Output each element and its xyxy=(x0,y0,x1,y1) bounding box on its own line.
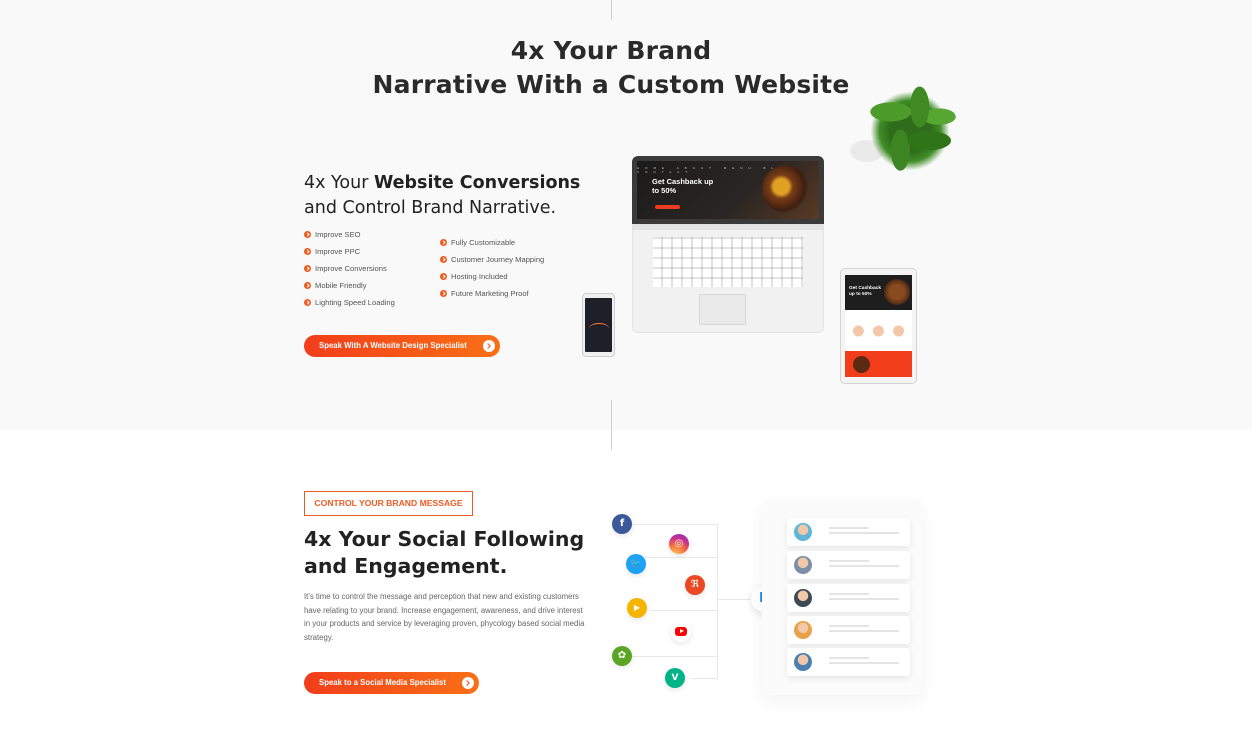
social-specialist-button-label: Speak to a Social Media Specialist xyxy=(319,678,446,687)
divider-line-middle xyxy=(611,400,612,450)
tablet-hero: Get Cashback up to 50% xyxy=(845,275,912,310)
evernote-icon[interactable]: ✿ xyxy=(612,646,632,666)
arrow-right-icon xyxy=(483,340,495,352)
feature-item: Lighting Speed Loading xyxy=(304,294,395,311)
social-description: It's time to control the message and per… xyxy=(304,592,585,642)
laptop-base xyxy=(632,224,824,333)
laptop-promo-text: Get Cashback up to 50% xyxy=(652,177,714,195)
placeholder-line xyxy=(829,560,869,562)
feature-item: Improve SEO xyxy=(304,226,395,243)
arrow-right-icon xyxy=(462,677,474,689)
tablet-mockup: Get Cashback up to 50% xyxy=(840,268,917,384)
twitter-icon[interactable]: 🐦 xyxy=(626,554,646,574)
social-section xyxy=(0,430,1252,735)
feature-item: Hosting Included xyxy=(440,268,544,285)
website-specialist-button[interactable]: Speak With A Website Design Specialist xyxy=(304,335,500,357)
vine-icon[interactable]: V xyxy=(665,668,685,688)
avatar xyxy=(794,621,812,639)
chevron-bullet-icon xyxy=(440,239,447,246)
placeholder-line xyxy=(829,662,899,664)
tablet-chef-row xyxy=(845,320,912,342)
chevron-bullet-icon xyxy=(304,231,311,238)
avatar xyxy=(794,653,812,671)
hero-title-line1: 4x Your Brand xyxy=(510,36,712,65)
hero-title: 4x Your Brand Narrative With a Custom We… xyxy=(0,34,1222,102)
website-specialist-button-label: Speak With A Website Design Specialist xyxy=(319,341,467,350)
tablet-food-image xyxy=(884,279,910,305)
network-line xyxy=(645,557,718,558)
follower-card xyxy=(787,584,910,612)
follower-card xyxy=(787,551,910,579)
follower-card xyxy=(787,648,910,676)
video-play-icon[interactable]: ▶ xyxy=(627,598,647,618)
feature-list-right: Fully Customizable Customer Journey Mapp… xyxy=(440,234,544,302)
laptop-website-preview: HOME ABOUT MENU BLOG CONTACT Get Cashbac… xyxy=(637,161,819,219)
follower-card xyxy=(787,616,910,644)
avatar xyxy=(794,523,812,541)
tablet-screen: Get Cashback up to 50% xyxy=(845,275,912,377)
feature-item: Future Marketing Proof xyxy=(440,285,544,302)
feature-item: Improve PPC xyxy=(304,243,395,260)
placeholder-line xyxy=(829,598,899,600)
food-bowl-image xyxy=(762,165,810,213)
placeholder-line xyxy=(829,657,869,659)
chevron-bullet-icon xyxy=(304,265,311,272)
stumbleupon-icon[interactable]: ℜ xyxy=(685,575,705,595)
social-title-line1: 4x Your Social Following xyxy=(304,527,585,551)
youtube-icon[interactable] xyxy=(671,622,691,642)
phone-screen xyxy=(585,298,612,352)
network-line xyxy=(650,610,718,611)
website-heading-bold: Website Conversions xyxy=(373,173,581,193)
chevron-bullet-icon xyxy=(304,282,311,289)
hero-title-line2: Narrative With a Custom Website xyxy=(372,70,850,99)
network-line xyxy=(690,678,718,679)
phone-mockup xyxy=(582,293,615,357)
feature-item: Improve Conversions xyxy=(304,260,395,277)
chevron-bullet-icon xyxy=(304,248,311,255)
network-line xyxy=(717,524,718,678)
website-heading-pre: 4x Your xyxy=(304,173,374,193)
feature-item: Fully Customizable xyxy=(440,234,544,251)
chevron-bullet-icon xyxy=(440,256,447,263)
chevron-bullet-icon xyxy=(304,299,311,306)
tablet-promo-text: Get Cashback up to 50% xyxy=(849,286,881,297)
website-heading: 4x Your Website Conversions and Control … xyxy=(304,171,624,221)
laptop-keyboard xyxy=(653,237,803,287)
feature-item: Customer Journey Mapping xyxy=(440,251,544,268)
placeholder-line xyxy=(829,565,899,567)
plant-image xyxy=(862,83,958,179)
divider-line-top xyxy=(611,0,612,20)
website-heading-line2: and Control Brand Narrative. xyxy=(304,198,557,218)
follower-card xyxy=(787,518,910,546)
laptop-trackpad xyxy=(699,294,746,325)
laptop-hinge xyxy=(633,225,823,230)
placeholder-line xyxy=(829,593,869,595)
facebook-icon[interactable]: f xyxy=(612,514,632,534)
avatar xyxy=(794,589,812,607)
network-line xyxy=(630,524,718,525)
social-specialist-button[interactable]: Speak to a Social Media Specialist xyxy=(304,672,479,694)
chevron-bullet-icon xyxy=(440,290,447,297)
brand-message-tag: CONTROL YOUR BRAND MESSAGE xyxy=(304,491,473,516)
laptop-screen: HOME ABOUT MENU BLOG CONTACT Get Cashbac… xyxy=(632,156,824,224)
tablet-footer-banner xyxy=(845,351,912,377)
feature-item: Mobile Friendly xyxy=(304,277,395,294)
placeholder-line xyxy=(829,532,899,534)
chevron-bullet-icon xyxy=(440,273,447,280)
social-title: 4x Your Social Following and Engagement. xyxy=(304,526,604,580)
feature-list-left: Improve SEO Improve PPC Improve Conversi… xyxy=(304,226,395,311)
avatar xyxy=(794,556,812,574)
placeholder-line xyxy=(829,630,899,632)
placeholder-line xyxy=(829,625,869,627)
placeholder-line xyxy=(829,527,869,529)
instagram-icon[interactable]: ◎ xyxy=(669,534,689,554)
network-line xyxy=(630,656,718,657)
social-title-line2: and Engagement. xyxy=(304,554,508,578)
network-line xyxy=(718,599,752,600)
laptop-promo-button xyxy=(655,205,680,209)
